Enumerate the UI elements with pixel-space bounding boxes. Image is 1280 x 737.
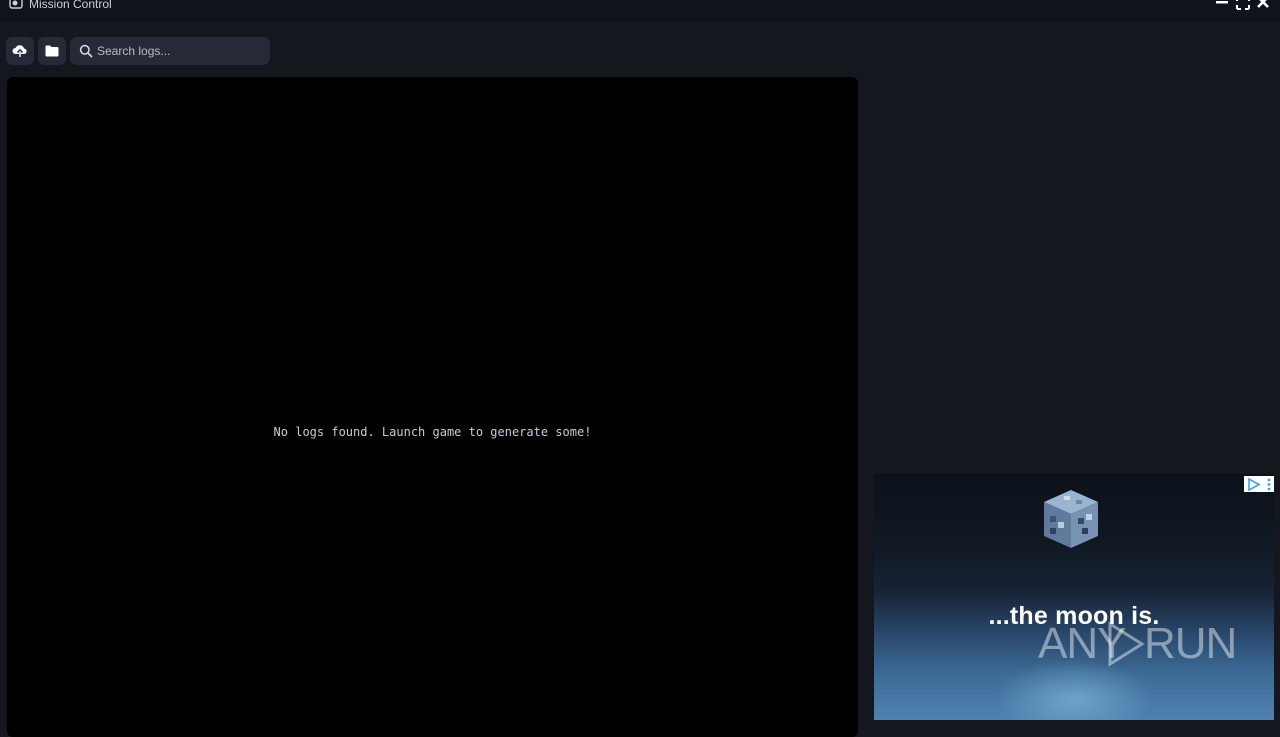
title-bar: Mission Control [0, 0, 1280, 22]
app-logo-icon [9, 0, 23, 9]
close-icon [1257, 0, 1269, 8]
watermark-right: RUN [1144, 619, 1237, 668]
adchoices-icon [1248, 477, 1261, 491]
empty-logs-message: No logs found. Launch game to generate s… [273, 425, 592, 439]
search-input[interactable] [97, 42, 262, 60]
upload-logs-button[interactable] [6, 37, 34, 65]
ad-cube-icon [1044, 490, 1098, 548]
adchoices-badge[interactable] [1244, 476, 1274, 492]
folder-icon [45, 45, 59, 57]
window-title: Mission Control [29, 0, 112, 11]
minimize-icon [1216, 1, 1228, 4]
maximize-icon [1236, 0, 1250, 10]
maximize-button[interactable] [1235, 0, 1251, 10]
open-folder-button[interactable] [38, 37, 66, 65]
ad-menu-icon [1267, 478, 1271, 490]
cloud-upload-icon [12, 45, 27, 57]
watermark: ANY RUN [1038, 618, 1238, 670]
minimize-button[interactable] [1214, 0, 1230, 10]
search-box[interactable] [70, 37, 270, 65]
play-icon [1108, 621, 1145, 667]
close-button[interactable] [1255, 0, 1271, 10]
search-icon [79, 44, 93, 58]
log-viewer[interactable]: No logs found. Launch game to generate s… [7, 77, 858, 737]
advertisement[interactable]: ...the moon is. [874, 474, 1274, 720]
